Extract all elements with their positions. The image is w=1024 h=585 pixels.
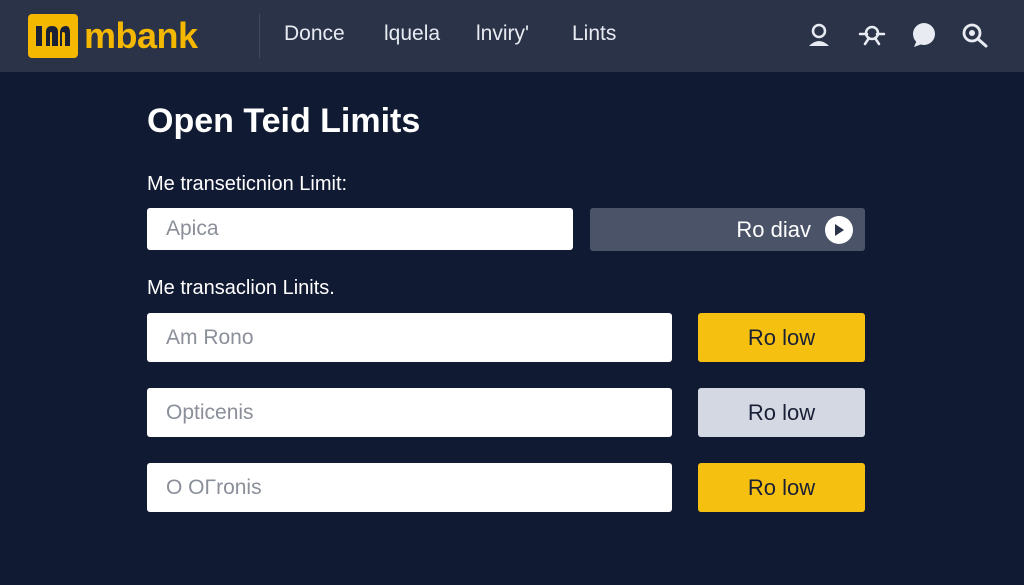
transaction-limits-label: Me transaclion Linits. <box>147 277 335 299</box>
nav-item-lnviry[interactable]: lnviry' <box>476 22 529 46</box>
top-navigation-bar: mbank Donce lquela lnviry' Lints <box>0 0 1024 72</box>
ro-diav-button-label: Ro diav <box>736 216 811 242</box>
limit-input-2-value: Opticenis <box>166 400 254 424</box>
search-icon[interactable] <box>960 20 990 50</box>
user-icon[interactable] <box>804 20 834 50</box>
nav-item-lquela[interactable]: lquela <box>384 22 440 46</box>
ro-low-button-1[interactable]: Ro low <box>698 313 865 362</box>
nav-item-donce[interactable]: Donce <box>284 22 345 46</box>
logo-m-glyph <box>36 26 70 46</box>
nav-item-lints[interactable]: Lints <box>572 22 616 46</box>
mbank-logo[interactable]: mbank <box>28 14 198 58</box>
logo-mark <box>28 14 78 58</box>
logo-text: mbank <box>84 15 198 56</box>
ro-low-button-3-label: Ro low <box>747 474 816 500</box>
header-divider <box>259 14 260 58</box>
play-icon <box>825 215 853 244</box>
transaction-limit-input[interactable]: Apica <box>147 208 573 250</box>
ro-low-button-2[interactable]: Ro low <box>698 388 865 437</box>
ro-low-button-2-label: Ro low <box>747 399 816 425</box>
limit-input-3[interactable]: O OΓronis <box>147 463 672 512</box>
transaction-limit-label: Me transeticnion Limit: <box>147 173 348 195</box>
page-title: Open Teid Limits <box>147 102 421 140</box>
ro-low-button-1-label: Ro low <box>747 324 816 350</box>
transaction-limit-input-value: Apica <box>166 217 219 240</box>
ro-diav-button[interactable]: Ro diav <box>590 208 865 251</box>
limit-input-1[interactable]: Am Rono <box>147 313 672 362</box>
ro-low-button-3[interactable]: Ro low <box>698 463 865 512</box>
limit-input-3-value: O OΓronis <box>166 475 262 499</box>
limit-input-1-value: Am Rono <box>166 325 254 349</box>
network-icon[interactable] <box>857 20 887 50</box>
chat-icon[interactable] <box>908 20 938 50</box>
limit-input-2[interactable]: Opticenis <box>147 388 672 437</box>
